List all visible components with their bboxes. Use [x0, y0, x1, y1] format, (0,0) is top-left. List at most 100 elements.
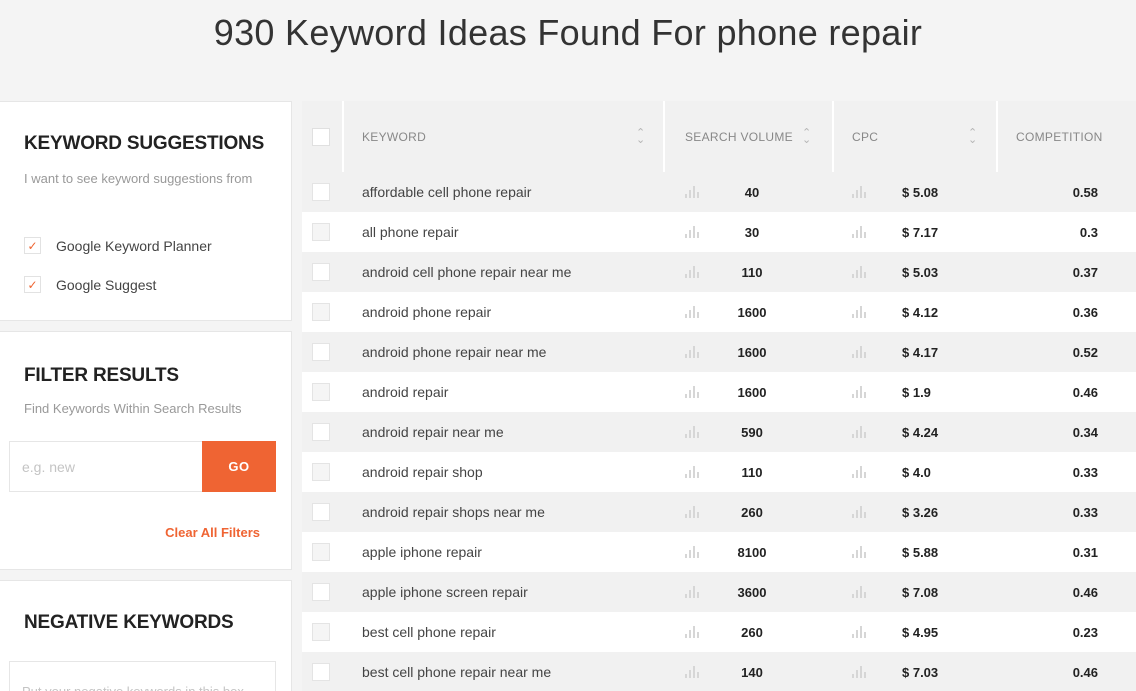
- header-competition[interactable]: COMPETITION: [1016, 101, 1103, 172]
- table-row[interactable]: android cell phone repair near me 110 $ 5.…: [302, 252, 1136, 292]
- row-checkbox-cell: [312, 452, 330, 492]
- bar-chart-icon[interactable]: [685, 572, 705, 612]
- competition-cell: 0.3: [1079, 224, 1098, 240]
- table-row[interactable]: android phone repair near me 1600 $ 4.17 0.…: [302, 332, 1136, 372]
- table-row[interactable]: android phone repair 1600 $ 4.12 0.36: [302, 292, 1136, 332]
- competition-cell: 0.33: [1072, 504, 1098, 520]
- bar-chart-icon[interactable]: [685, 532, 705, 572]
- select-all-checkbox[interactable]: [312, 127, 330, 146]
- header-search-volume-label: SEARCH VOLUME: [685, 129, 793, 144]
- filter-results-description: Find Keywords Within Search Results: [24, 401, 242, 416]
- page-title: 930 Keyword Ideas Found For phone repair: [213, 12, 923, 53]
- table-row[interactable]: android repair shop 110 $ 4.0 0.33: [302, 452, 1136, 492]
- row-checkbox[interactable]: [312, 263, 330, 281]
- row-checkbox[interactable]: [312, 383, 330, 401]
- row-checkbox[interactable]: [312, 503, 330, 521]
- cpc-cell: $ 4.12: [902, 304, 939, 320]
- search-volume-cell: 1600: [737, 384, 767, 400]
- bar-chart-icon[interactable]: [852, 252, 872, 292]
- option-google-keyword-planner[interactable]: ✓ Google Keyword Planner: [24, 237, 212, 254]
- row-checkbox[interactable]: [312, 343, 330, 361]
- search-volume-cell: 3600: [737, 584, 767, 600]
- bar-chart-icon[interactable]: [685, 172, 705, 212]
- row-checkbox[interactable]: [312, 463, 330, 481]
- table-row[interactable]: apple iphone repair 8100 $ 5.88 0.31: [302, 532, 1136, 572]
- bar-chart-icon[interactable]: [685, 612, 705, 652]
- go-button[interactable]: GO: [202, 441, 276, 492]
- table-row[interactable]: apple iphone screen repair 3600 $ 7.08 0.46: [302, 572, 1136, 612]
- bar-chart-icon[interactable]: [685, 292, 705, 332]
- keyword-cell: android repair shops near me: [362, 504, 545, 520]
- row-checkbox[interactable]: [312, 223, 330, 241]
- competition-cell: 0.46: [1072, 584, 1098, 600]
- row-checkbox-cell: [312, 172, 330, 212]
- header-cpc[interactable]: CPC: [852, 101, 878, 172]
- option-google-suggest[interactable]: ✓ Google Suggest: [24, 276, 156, 293]
- negative-keywords-textarea[interactable]: Put your negative keywords in this box: [9, 661, 276, 691]
- bar-chart-icon[interactable]: [852, 532, 872, 572]
- row-checkbox[interactable]: [312, 663, 330, 681]
- row-checkbox[interactable]: [312, 583, 330, 601]
- keyword-cell: android phone repair: [362, 304, 492, 320]
- bar-chart-icon[interactable]: [852, 612, 872, 652]
- row-checkbox[interactable]: [312, 543, 330, 561]
- bar-chart-icon[interactable]: [685, 252, 705, 292]
- bar-chart-icon[interactable]: [685, 492, 705, 532]
- sort-cpc-icon[interactable]: ⌃ ⌄: [968, 101, 977, 172]
- cpc-cell: $ 4.17: [902, 344, 939, 360]
- bar-chart-icon[interactable]: [685, 452, 705, 492]
- keyword-cell: android phone repair near me: [362, 344, 547, 360]
- table-row[interactable]: android repair 1600 $ 1.9 0.46: [302, 372, 1136, 412]
- bar-chart-icon[interactable]: [852, 212, 872, 252]
- competition-cell: 0.37: [1072, 264, 1098, 280]
- row-checkbox[interactable]: [312, 623, 330, 641]
- cpc-cell: $ 3.26: [902, 504, 939, 520]
- bar-chart-icon[interactable]: [852, 492, 872, 532]
- sort-keyword-icon[interactable]: ⌃ ⌄: [636, 101, 645, 172]
- bar-chart-icon[interactable]: [852, 372, 872, 412]
- table-row[interactable]: best cell phone repair 260 $ 4.95 0.23: [302, 612, 1136, 652]
- row-checkbox-cell: [312, 212, 330, 252]
- bar-chart-icon[interactable]: [685, 212, 705, 252]
- bar-chart-icon[interactable]: [852, 172, 872, 212]
- checkmark-icon[interactable]: ✓: [24, 276, 41, 293]
- option-label: Google Keyword Planner: [56, 237, 212, 254]
- competition-cell: 0.23: [1072, 624, 1098, 640]
- cpc-cell: $ 5.08: [902, 184, 939, 200]
- clear-all-filters-link[interactable]: Clear All Filters: [165, 525, 260, 540]
- bar-chart-icon[interactable]: [852, 652, 872, 691]
- search-volume-cell: 1600: [737, 304, 767, 320]
- cpc-cell: $ 7.17: [902, 224, 939, 240]
- header-search-volume[interactable]: SEARCH VOLUME: [685, 101, 793, 172]
- bar-chart-icon[interactable]: [685, 372, 705, 412]
- search-volume-cell: 260: [741, 624, 763, 640]
- bar-chart-icon[interactable]: [852, 332, 872, 372]
- bar-chart-icon[interactable]: [685, 412, 705, 452]
- competition-cell: 0.36: [1072, 304, 1098, 320]
- filter-input[interactable]: [22, 458, 191, 475]
- row-checkbox[interactable]: [312, 423, 330, 441]
- keyword-cell: affordable cell phone repair: [362, 184, 532, 200]
- row-checkbox[interactable]: [312, 303, 330, 321]
- row-checkbox-cell: [312, 492, 330, 532]
- bar-chart-icon[interactable]: [852, 412, 872, 452]
- bar-chart-icon[interactable]: [685, 332, 705, 372]
- table-row[interactable]: android repair near me 590 $ 4.24 0.34: [302, 412, 1136, 452]
- header-keyword[interactable]: KEYWORD: [362, 101, 426, 172]
- cpc-cell: $ 7.08: [902, 584, 939, 600]
- competition-cell: 0.34: [1072, 424, 1098, 440]
- bar-chart-icon[interactable]: [852, 452, 872, 492]
- table-row[interactable]: best cell phone repair near me 140 $ 7.03 0…: [302, 652, 1136, 691]
- search-volume-cell: 30: [744, 224, 760, 240]
- bar-chart-icon[interactable]: [852, 572, 872, 612]
- row-checkbox[interactable]: [312, 183, 330, 201]
- sort-search-volume-icon[interactable]: ⌃ ⌄: [802, 101, 811, 172]
- checkmark-icon[interactable]: ✓: [24, 237, 41, 254]
- keyword-cell: apple iphone repair: [362, 544, 482, 560]
- bar-chart-icon[interactable]: [685, 652, 705, 691]
- table-row[interactable]: all phone repair 30 $ 7.17 0.3: [302, 212, 1136, 252]
- table-row[interactable]: affordable cell phone repair 40 $ 5.08 0.58: [302, 172, 1136, 212]
- search-volume-cell: 8100: [737, 544, 767, 560]
- bar-chart-icon[interactable]: [852, 292, 872, 332]
- table-row[interactable]: android repair shops near me 260 $ 3.26 0.3…: [302, 492, 1136, 532]
